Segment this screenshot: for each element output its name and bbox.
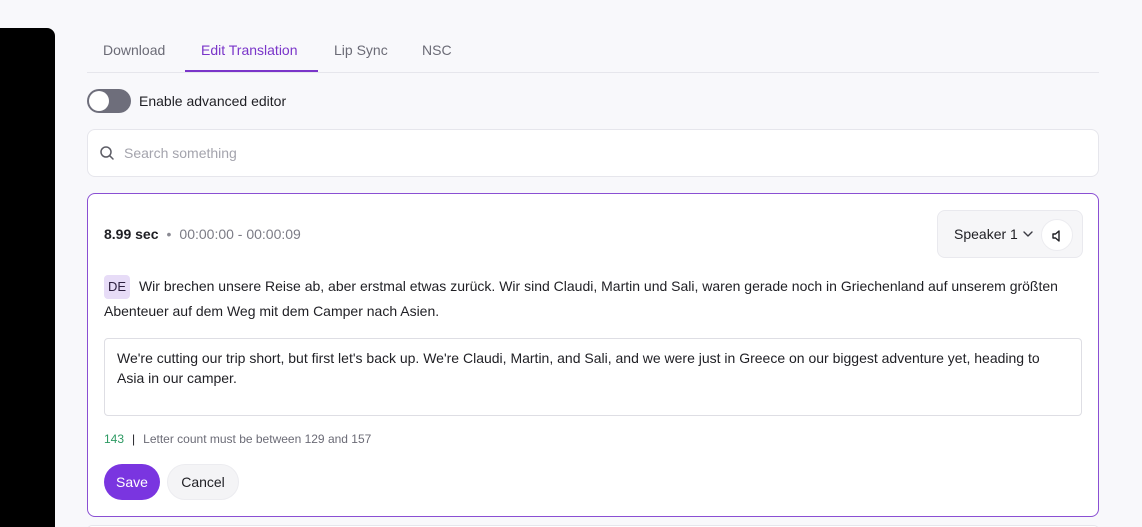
tab-bar: Download Edit Translation Lip Sync NSC <box>87 28 1099 73</box>
search-box <box>87 129 1099 177</box>
toggle-knob <box>89 91 109 111</box>
search-input[interactable] <box>124 142 1074 164</box>
speaker-icon <box>1052 230 1060 242</box>
play-audio-button[interactable] <box>1041 219 1073 251</box>
speaker-label: Speaker 1 <box>954 226 1018 242</box>
search-icon <box>100 146 114 160</box>
meta-separator: • <box>166 226 172 242</box>
tab-lip-sync[interactable]: Lip Sync <box>334 42 388 58</box>
tab-nsc[interactable]: NSC <box>422 42 452 58</box>
tab-download[interactable]: Download <box>103 42 165 58</box>
segment-meta: 8.99 sec • 00:00:00 - 00:00:09 <box>104 226 301 242</box>
source-text-block: DE Wir brechen unsere Reise ab, aber ers… <box>104 274 1084 323</box>
advanced-editor-label: Enable advanced editor <box>139 93 287 109</box>
cancel-button[interactable]: Cancel <box>167 464 239 500</box>
letter-count: 143 <box>104 432 125 446</box>
letter-count-hint: Letter count must be between 129 and 157 <box>143 432 372 446</box>
segment-duration: 8.99 sec <box>104 226 159 242</box>
left-panel <box>0 28 55 527</box>
speaker-select[interactable]: Speaker 1 <box>954 226 1034 242</box>
segment-time-range: 00:00:00 - 00:00:09 <box>179 226 301 242</box>
advanced-editor-toggle[interactable] <box>87 89 131 113</box>
count-separator: | <box>132 432 136 446</box>
advanced-editor-row: Enable advanced editor <box>87 89 286 113</box>
segment-card: 8.99 sec • 00:00:00 - 00:00:09 Speaker 1… <box>87 193 1099 517</box>
chevron-down-icon <box>1023 231 1033 237</box>
translation-textarea[interactable]: We're cutting our trip short, but first … <box>104 338 1082 416</box>
tab-edit-translation[interactable]: Edit Translation <box>201 42 298 58</box>
source-text: Wir brechen unsere Reise ab, aber erstma… <box>104 278 1058 319</box>
letter-count-row: 143 | Letter count must be between 129 a… <box>104 432 371 446</box>
source-language-badge: DE <box>104 275 131 299</box>
speaker-controls: Speaker 1 <box>937 210 1083 258</box>
save-button[interactable]: Save <box>104 464 160 500</box>
active-tab-indicator <box>185 70 318 72</box>
